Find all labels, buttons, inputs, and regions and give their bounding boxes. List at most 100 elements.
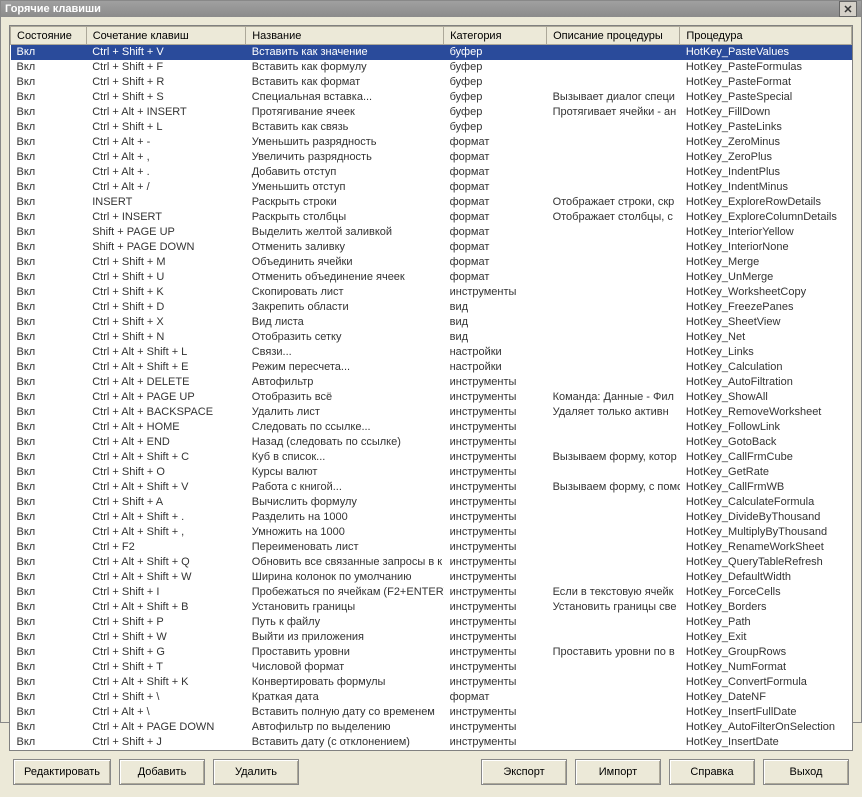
cell-state: Вкл	[11, 45, 87, 60]
cell-desc	[547, 240, 680, 255]
table-row[interactable]: ВклShift + PAGE DOWNОтменить заливкуформ…	[11, 240, 852, 255]
cell-desc	[547, 735, 680, 750]
col-header-proc[interactable]: Процедура	[680, 27, 852, 45]
col-header-cat[interactable]: Категория	[444, 27, 547, 45]
table-row[interactable]: ВклCtrl + Alt + PAGE DOWNАвтофильтр по в…	[11, 720, 852, 735]
table-row[interactable]: ВклCtrl + Alt + Shift + WШирина колонок …	[11, 570, 852, 585]
table-row[interactable]: ВклCtrl + Shift + WВыйти из приложенияин…	[11, 630, 852, 645]
cell-proc: HotKey_ForceCells	[680, 585, 852, 600]
table-row[interactable]: ВклCtrl + Shift + GПроставить уровниинст…	[11, 645, 852, 660]
exit-button[interactable]: Выход	[763, 759, 849, 785]
table-row[interactable]: ВклCtrl + Shift + AВычислить формулуинст…	[11, 495, 852, 510]
table-row[interactable]: ВклCtrl + Alt + Shift + EРежим пересчета…	[11, 360, 852, 375]
cell-combo: Ctrl + Shift + X	[86, 315, 246, 330]
cell-state: Вкл	[11, 375, 87, 390]
cell-state: Вкл	[11, 450, 87, 465]
table-row[interactable]: ВклCtrl + Shift + DЗакрепить областивидH…	[11, 300, 852, 315]
table-row[interactable]: ВклCtrl + Alt + \Вставить полную дату со…	[11, 705, 852, 720]
cell-proc: HotKey_ZeroPlus	[680, 150, 852, 165]
cell-proc: HotKey_MultiplyByThousand	[680, 525, 852, 540]
table-row[interactable]: ВклCtrl + Shift + SСпециальная вставка..…	[11, 90, 852, 105]
table-row[interactable]: ВклCtrl + Alt + DELETEАвтофильтринструме…	[11, 375, 852, 390]
cell-state: Вкл	[11, 600, 87, 615]
table-row[interactable]: ВклCtrl + Alt + Shift + LСвязи...настрой…	[11, 345, 852, 360]
cell-combo: Ctrl + Alt + Shift + C	[86, 450, 246, 465]
table-row[interactable]: ВклCtrl + Alt + /Уменьшить отступформатH…	[11, 180, 852, 195]
cell-name: Путь к файлу	[246, 615, 444, 630]
table-row[interactable]: ВклCtrl + Shift + IПробежаться по ячейка…	[11, 585, 852, 600]
cell-combo: Ctrl + Shift + J	[86, 735, 246, 750]
cell-combo: Ctrl + Alt + Shift + ,	[86, 525, 246, 540]
table-row[interactable]: ВклCtrl + Shift + OКурсы валютинструмент…	[11, 465, 852, 480]
cell-name: Числовой формат	[246, 660, 444, 675]
cell-state: Вкл	[11, 420, 87, 435]
delete-button[interactable]: Удалить	[213, 759, 299, 785]
cell-state: Вкл	[11, 390, 87, 405]
col-header-state[interactable]: Состояние	[11, 27, 87, 45]
table-row[interactable]: ВклCtrl + Alt + Shift + ,Умножить на 100…	[11, 525, 852, 540]
cell-state: Вкл	[11, 195, 87, 210]
table-row[interactable]: ВклCtrl + Shift + FВставить как формулуб…	[11, 60, 852, 75]
cell-cat: инструменты	[444, 450, 547, 465]
table-row[interactable]: ВклCtrl + Shift + LВставить как связьбуф…	[11, 120, 852, 135]
cell-desc: Вызывает диалог специ	[547, 90, 680, 105]
table-row[interactable]: ВклCtrl + Shift + VВставить как значение…	[11, 45, 852, 60]
table-row[interactable]: ВклCtrl + Alt + Shift + BУстановить гран…	[11, 600, 852, 615]
cell-cat: формат	[444, 150, 547, 165]
import-button[interactable]: Импорт	[575, 759, 661, 785]
table-row[interactable]: ВклCtrl + Alt + Shift + CКуб в список...…	[11, 450, 852, 465]
table-row[interactable]: ВклCtrl + Shift + UОтменить объединение …	[11, 270, 852, 285]
table-row[interactable]: ВклCtrl + Alt + ,Увеличить разрядностьфо…	[11, 150, 852, 165]
cell-desc	[547, 510, 680, 525]
table-row[interactable]: ВклCtrl + Shift + XВид листавидHotKey_Sh…	[11, 315, 852, 330]
cell-cat: инструменты	[444, 630, 547, 645]
cell-name: Раскрыть строки	[246, 195, 444, 210]
hotkeys-table-wrap[interactable]: Состояние Сочетание клавиш Название Кате…	[9, 25, 853, 751]
table-row[interactable]: ВклCtrl + Alt + -Уменьшить разрядностьфо…	[11, 135, 852, 150]
col-header-name[interactable]: Название	[246, 27, 444, 45]
table-row[interactable]: ВклCtrl + Alt + Shift + .Разделить на 10…	[11, 510, 852, 525]
table-row[interactable]: ВклCtrl + Alt + PAGE UPОтобразить всёинс…	[11, 390, 852, 405]
cell-name: Выделить желтой заливкой	[246, 225, 444, 240]
add-button[interactable]: Добавить	[119, 759, 205, 785]
table-row[interactable]: ВклCtrl + Alt + Shift + KКонвертировать …	[11, 675, 852, 690]
table-row[interactable]: ВклCtrl + INSERTРаскрыть столбцыформатОт…	[11, 210, 852, 225]
content-area: Состояние Сочетание клавиш Название Кате…	[1, 17, 861, 797]
cell-desc	[547, 255, 680, 270]
col-header-desc[interactable]: Описание процедуры	[547, 27, 680, 45]
table-row[interactable]: ВклCtrl + Alt + .Добавить отступформатHo…	[11, 165, 852, 180]
table-row[interactable]: ВклCtrl + Shift + TЧисловой форматинстру…	[11, 660, 852, 675]
cell-proc: HotKey_FollowLink	[680, 420, 852, 435]
edit-button[interactable]: Редактировать	[13, 759, 111, 785]
table-row[interactable]: ВклCtrl + Shift + \Краткая датаформатHot…	[11, 690, 852, 705]
table-row[interactable]: ВклCtrl + Shift + MОбъединить ячейкиформ…	[11, 255, 852, 270]
table-row[interactable]: ВклCtrl + Shift + RВставить как форматбу…	[11, 75, 852, 90]
table-row[interactable]: ВклCtrl + Shift + KСкопировать листинстр…	[11, 285, 852, 300]
cell-cat: формат	[444, 240, 547, 255]
cell-combo: Ctrl + Shift + S	[86, 90, 246, 105]
table-row[interactable]: ВклINSERTРаскрыть строкиформатОтображает…	[11, 195, 852, 210]
cell-proc: HotKey_SheetView	[680, 315, 852, 330]
table-row[interactable]: ВклCtrl + Alt + BACKSPACEУдалить листинс…	[11, 405, 852, 420]
close-button[interactable]: ✕	[839, 1, 857, 17]
cell-state: Вкл	[11, 270, 87, 285]
table-row[interactable]: ВклCtrl + Alt + Shift + QОбновить все св…	[11, 555, 852, 570]
help-button[interactable]: Справка	[669, 759, 755, 785]
table-row[interactable]: ВклCtrl + Alt + ENDНазад (следовать по с…	[11, 435, 852, 450]
cell-desc	[547, 345, 680, 360]
table-row[interactable]: ВклCtrl + Alt + HOMEСледовать по ссылке.…	[11, 420, 852, 435]
cell-combo: Ctrl + Alt + Shift + .	[86, 510, 246, 525]
cell-combo: Ctrl + INSERT	[86, 210, 246, 225]
table-row[interactable]: ВклCtrl + Shift + PПуть к файлуинструмен…	[11, 615, 852, 630]
table-row[interactable]: ВклCtrl + Shift + JВставить дату (с откл…	[11, 735, 852, 750]
export-button[interactable]: Экспорт	[481, 759, 567, 785]
table-row[interactable]: ВклCtrl + Shift + NОтобразить сеткувидHo…	[11, 330, 852, 345]
cell-desc: Вызываем форму, с помо	[547, 480, 680, 495]
cell-cat: инструменты	[444, 525, 547, 540]
table-row[interactable]: ВклShift + PAGE UPВыделить желтой заливк…	[11, 225, 852, 240]
cell-state: Вкл	[11, 735, 87, 750]
table-row[interactable]: ВклCtrl + F2Переименовать листинструмент…	[11, 540, 852, 555]
table-row[interactable]: ВклCtrl + Alt + INSERTПротягивание ячеек…	[11, 105, 852, 120]
table-row[interactable]: ВклCtrl + Alt + Shift + VРабота с книгой…	[11, 480, 852, 495]
col-header-combo[interactable]: Сочетание клавиш	[86, 27, 246, 45]
